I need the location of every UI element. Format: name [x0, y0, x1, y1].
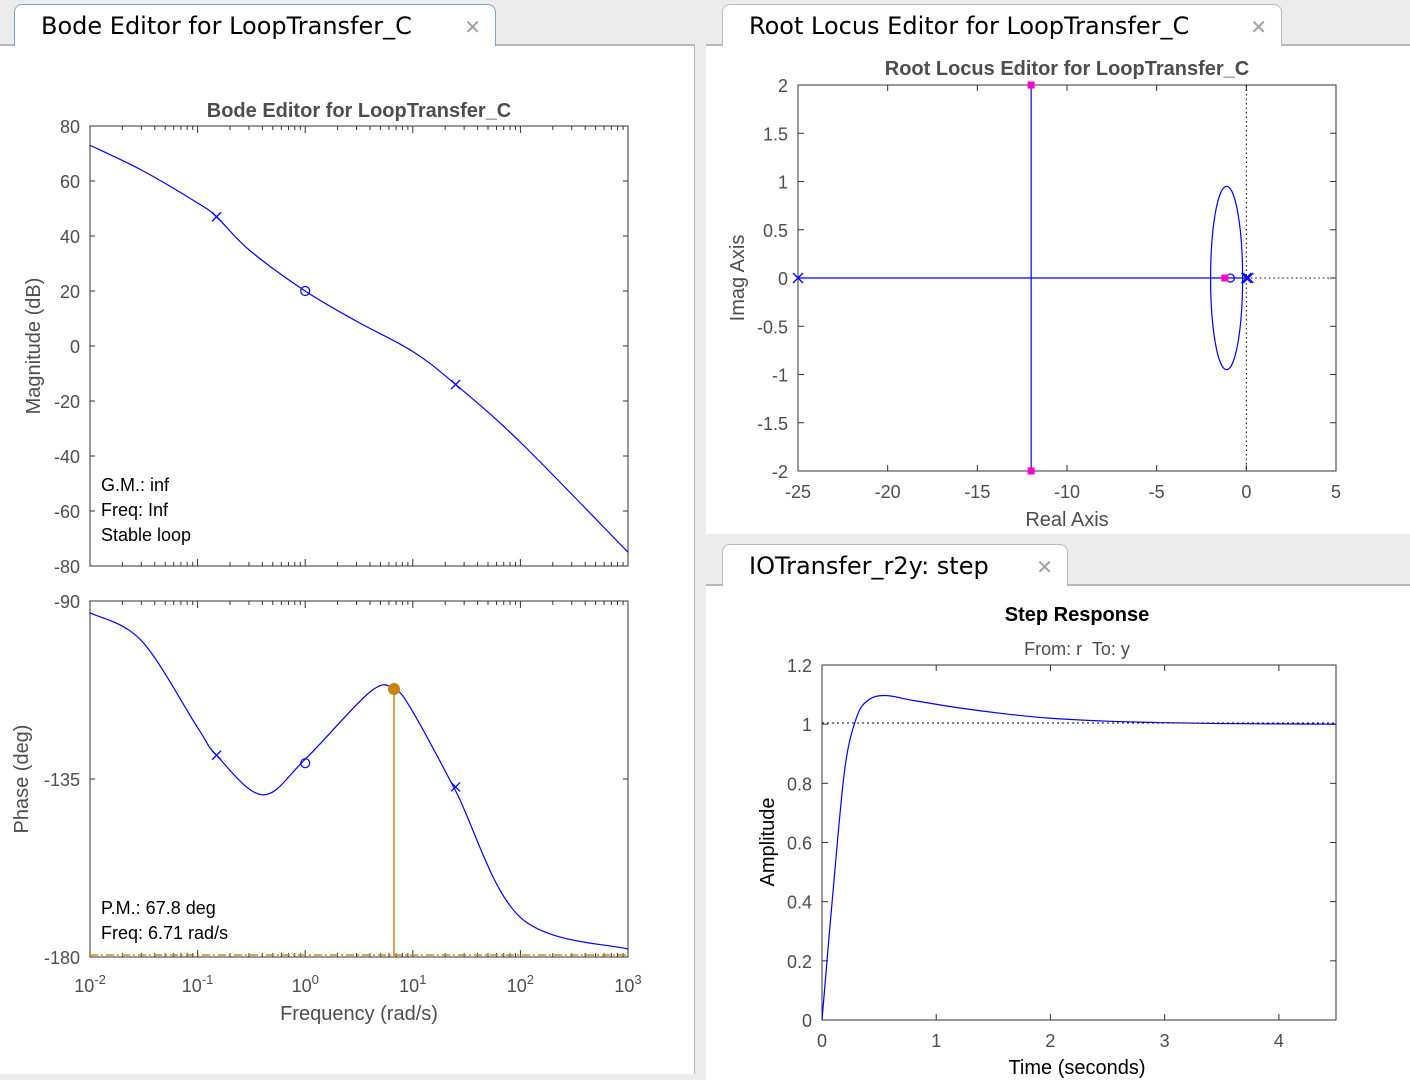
- step-response-plot[interactable]: Step Response From: r To: y 0 1 2 3 4 1.2 1 0.8…: [706, 584, 1410, 1080]
- magnitude-ylabel: Magnitude (dB): [23, 278, 45, 415]
- bode-title: Bode Editor for LoopTransfer_C: [207, 100, 511, 122]
- phase-ylabel: Phase (deg): [11, 725, 33, 834]
- phase-tick-label: -180: [44, 948, 80, 968]
- rlocus-title: Root Locus Editor for LoopTransfer_C: [885, 58, 1249, 80]
- closed-loop-pole[interactable]: [1221, 274, 1229, 282]
- rlocus-y-tick-label: -1.5: [757, 414, 788, 434]
- gain-margin-text: G.M.: inf: [101, 475, 170, 495]
- mag-tick-label: 40: [60, 227, 80, 247]
- mag-tick-label: 80: [60, 117, 80, 137]
- step-x-tick-label: 3: [1160, 1031, 1170, 1051]
- step-x-tick-label: 4: [1274, 1031, 1284, 1051]
- tab-step-response[interactable]: IOTransfer_r2y: step ✕: [722, 544, 1068, 586]
- tab-rlocus-label: Root Locus Editor for LoopTransfer_C: [749, 11, 1190, 40]
- tab-step-label: IOTransfer_r2y: step: [749, 551, 989, 580]
- rlocus-y-tick-label: 2: [778, 76, 788, 96]
- rlocus-y-tick-label: 0.5: [763, 221, 788, 241]
- rlocus-y-tick-label: -2: [772, 462, 788, 482]
- step-x-tick-label: 2: [1045, 1031, 1055, 1051]
- bode-x-tick-label: 10-2: [74, 972, 106, 996]
- step-y-tick-label: 1: [802, 715, 812, 735]
- phase-margin-marker[interactable]: [388, 683, 400, 695]
- rlocus-x-tick-label: 5: [1331, 482, 1341, 502]
- stable-loop-text: Stable loop: [101, 525, 192, 545]
- bode-x-tick-label: 101: [399, 972, 426, 996]
- bode-xlabel: Frequency (rad/s): [280, 1003, 438, 1025]
- step-xlabel: Time (seconds): [1008, 1057, 1145, 1079]
- bode-x-tick-label: 10-1: [182, 972, 214, 996]
- rlocus-x-tick-label: -10: [1054, 482, 1080, 502]
- step-title: Step Response: [1005, 604, 1149, 626]
- mag-tick-label: -40: [54, 447, 80, 467]
- step-y-tick-label: 0.4: [787, 893, 812, 913]
- rlocus-xlabel: Real Axis: [1025, 509, 1108, 531]
- phase-tick-label: -90: [54, 592, 80, 612]
- closed-loop-pole[interactable]: [1027, 467, 1035, 475]
- bode-x-tick-label: 102: [507, 972, 534, 996]
- mag-tick-label: 20: [60, 282, 80, 302]
- mag-tick-label: 60: [60, 172, 80, 192]
- rlocus-y-tick-label: -1: [772, 366, 788, 386]
- step-y-tick-label: 0.6: [787, 834, 812, 854]
- rlocus-y-tick-label: 1: [778, 173, 788, 193]
- mag-tick-label: -20: [54, 392, 80, 412]
- step-y-tick-label: 1.2: [787, 656, 812, 676]
- close-icon[interactable]: ✕: [1250, 15, 1267, 39]
- rlocus-ylabel: Imag Axis: [727, 235, 749, 322]
- rlocus-y-tick-label: 1.5: [763, 124, 788, 144]
- rlocus-x-tick-label: -20: [875, 482, 901, 502]
- phase-margin-info: P.M.: 67.8 deg Freq: 6.71 rad/s: [101, 896, 228, 946]
- close-icon[interactable]: ✕: [1036, 555, 1053, 579]
- rlocus-y-tick-label: -0.5: [757, 317, 788, 337]
- mag-tick-label: -60: [54, 502, 80, 522]
- step-subtitle: From: r To: y: [1024, 639, 1130, 659]
- mag-tick-label: 0: [70, 337, 80, 357]
- phase-margin-text: P.M.: 67.8 deg: [101, 898, 216, 918]
- gain-margin-freq: Freq: Inf: [101, 500, 169, 520]
- step-axes[interactable]: [821, 664, 1337, 1021]
- step-y-tick-label: 0: [802, 1011, 812, 1031]
- step-ylabel: Amplitude: [757, 798, 779, 887]
- step-y-tick-label: 0.8: [787, 774, 812, 794]
- bode-x-tick-label: 103: [614, 972, 641, 996]
- rlocus-x-tick-label: 0: [1241, 482, 1251, 502]
- step-x-tick-label: 1: [931, 1031, 941, 1051]
- rlocus-y-tick-label: 0: [778, 269, 788, 289]
- phase-tick-label: -135: [44, 770, 80, 790]
- mag-tick-label: -80: [54, 557, 80, 577]
- tab-root-locus-editor[interactable]: Root Locus Editor for LoopTransfer_C ✕: [722, 4, 1282, 46]
- rlocus-x-tick-label: -15: [964, 482, 990, 502]
- step-y-tick-label: 0.2: [787, 952, 812, 972]
- rlocus-x-tick-label: -5: [1149, 482, 1165, 502]
- gain-margin-info: G.M.: inf Freq: Inf Stable loop: [101, 473, 191, 548]
- step-x-tick-label: 0: [817, 1031, 827, 1051]
- closed-loop-pole[interactable]: [1027, 81, 1035, 89]
- phase-margin-freq: Freq: 6.71 rad/s: [101, 923, 229, 943]
- bode-x-tick-label: 100: [292, 972, 319, 996]
- root-locus-plot[interactable]: Root Locus Editor for LoopTransfer_C -25…: [706, 44, 1410, 534]
- rlocus-x-tick-label: -25: [785, 482, 811, 502]
